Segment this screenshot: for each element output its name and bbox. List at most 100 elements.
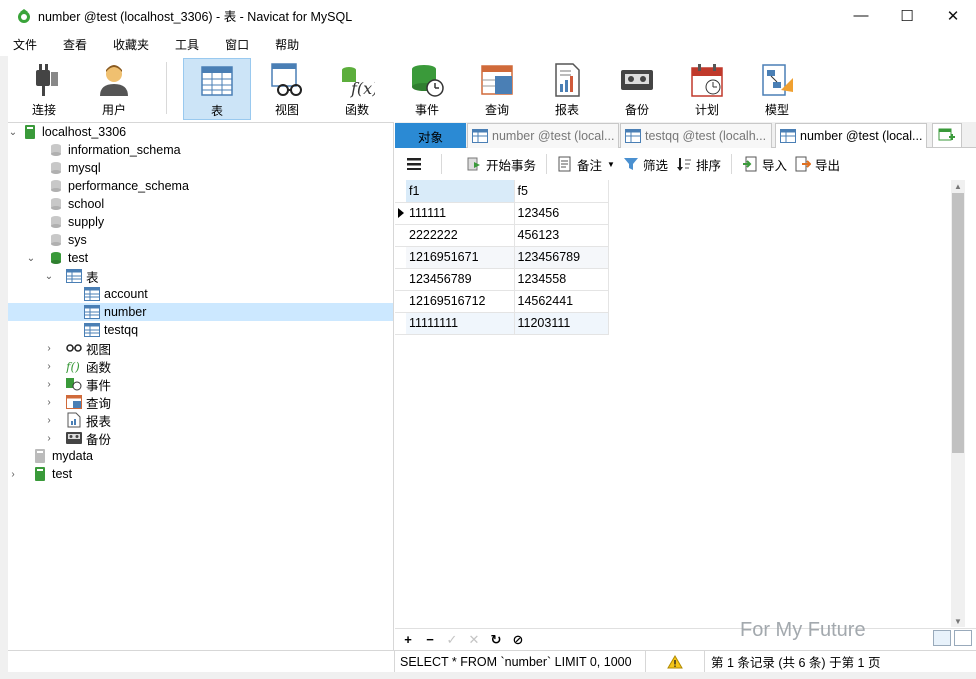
watermark-text: For My Future (740, 619, 866, 641)
minimize-button[interactable]: — (838, 0, 884, 31)
tree-item-functions-group[interactable]: › f() 函数 (8, 357, 393, 375)
table-cell[interactable]: 14562441 (514, 290, 609, 313)
data-grid[interactable]: f1 f5 111111 123456 2222222 456123 12169… (395, 180, 963, 628)
tree-item-table-testqq[interactable]: testqq (8, 321, 393, 339)
filter-button[interactable]: 筛选 (619, 152, 672, 176)
table-cell[interactable]: 2222222 (406, 224, 515, 247)
tree-item-views-group[interactable]: › 视图 (8, 339, 393, 357)
column-header-f5[interactable]: f5 (514, 180, 609, 203)
table-row[interactable]: 12169516712 14562441 (395, 290, 609, 313)
menu-tools[interactable]: 工具 (162, 36, 212, 53)
functions-button[interactable]: f(x) 函数 (323, 58, 391, 120)
tab-number-1[interactable]: number @test (local... (467, 123, 619, 148)
table-cell[interactable]: 11203111 (514, 312, 609, 335)
model-button[interactable]: 模型 (743, 58, 811, 120)
queries-button[interactable]: 查询 (463, 58, 531, 120)
menu-help[interactable]: 帮助 (262, 36, 312, 53)
warning-icon[interactable] (645, 650, 705, 673)
tree-item-events-group[interactable]: › 事件 (8, 375, 393, 393)
delete-record-button[interactable]: − (419, 630, 441, 650)
tab-number-active[interactable]: number @test (local... (775, 123, 927, 148)
tree-item-information-schema[interactable]: information_schema (8, 141, 393, 159)
grid-view-icon[interactable] (933, 630, 951, 646)
table-cell[interactable]: 123456789 (406, 268, 515, 291)
form-view-icon[interactable] (954, 630, 972, 646)
table-cell[interactable]: 1234558 (514, 268, 609, 291)
menu-window[interactable]: 窗口 (212, 36, 262, 53)
table-row[interactable]: 2222222 456123 (395, 224, 609, 247)
reports-button[interactable]: 报表 (533, 58, 601, 120)
chevron-right-icon[interactable]: › (44, 375, 54, 393)
events-button[interactable]: 事件 (393, 58, 461, 120)
add-record-button[interactable]: + (397, 630, 419, 650)
new-tab-button[interactable] (932, 123, 962, 148)
chevron-right-icon[interactable]: › (44, 339, 54, 357)
menu-file[interactable]: 文件 (0, 36, 50, 53)
discard-changes-button[interactable]: ✕ (463, 630, 485, 650)
tab-testqq[interactable]: testqq @test (localh... (620, 123, 772, 148)
schedule-button[interactable]: 计划 (673, 58, 741, 120)
chevron-right-icon[interactable]: › (44, 393, 54, 411)
maximize-button[interactable]: ☐ (884, 0, 930, 31)
table-cell[interactable]: 123456 (514, 202, 609, 225)
menu-button[interactable] (395, 152, 435, 176)
tree-item-school[interactable]: school (8, 195, 393, 213)
tree-item-supply[interactable]: supply (8, 213, 393, 231)
table-cell[interactable]: 11111111 (406, 312, 515, 335)
table-row[interactable]: 123456789 1234558 (395, 268, 609, 291)
backup-icon (621, 70, 653, 90)
tree-item-test-database[interactable]: ⌄ test (8, 249, 393, 267)
tree-item-mysql[interactable]: mysql (8, 159, 393, 177)
begin-transaction-button[interactable]: 开始事务 (462, 152, 540, 176)
table-cell[interactable]: 123456789 (514, 246, 609, 269)
memo-button[interactable]: 备注 ▼ (553, 152, 619, 176)
tab-objects[interactable]: 对象 (395, 123, 466, 148)
refresh-button[interactable]: ↻ (485, 630, 507, 650)
tables-button[interactable]: 表 (183, 58, 251, 120)
database-icon (48, 232, 64, 248)
table-row[interactable]: 1216951671 123456789 (395, 246, 609, 269)
views-button[interactable]: 视图 (253, 58, 321, 120)
vertical-scrollbar[interactable]: ▲ ▼ (951, 180, 965, 627)
tree-item-table-number[interactable]: number (8, 303, 393, 321)
tree-item-table-account[interactable]: account (8, 285, 393, 303)
tree-item-test-connection[interactable]: › test (8, 465, 393, 483)
connect-button[interactable]: 连接 (10, 58, 78, 120)
user-button[interactable]: 用户 (80, 58, 148, 120)
scrollbar-thumb[interactable] (952, 193, 964, 453)
tree-item-sys[interactable]: sys (8, 231, 393, 249)
chevron-right-icon[interactable]: › (44, 411, 54, 429)
scroll-up-icon[interactable]: ▲ (951, 180, 965, 192)
tree-item-backups-group[interactable]: › 备份 (8, 429, 393, 447)
chevron-right-icon[interactable]: › (8, 465, 18, 483)
table-cell[interactable]: 111111 (406, 202, 515, 225)
table-cell[interactable]: 1216951671 (406, 246, 515, 269)
menu-view[interactable]: 查看 (50, 36, 100, 53)
tree-item-localhost-3306[interactable]: ⌄ localhost_3306 (8, 123, 393, 141)
tree-item-mydata-connection[interactable]: mydata (8, 447, 393, 465)
table-cell[interactable]: 456123 (514, 224, 609, 247)
menu-favorites[interactable]: 收藏夹 (100, 36, 162, 53)
table-cell[interactable]: 12169516712 (406, 290, 515, 313)
chevron-down-icon[interactable]: ⌄ (8, 123, 18, 141)
close-button[interactable]: ✕ (930, 0, 976, 31)
chevron-right-icon[interactable]: › (44, 429, 54, 447)
table-row[interactable]: 11111111 11203111 (395, 312, 609, 335)
mysql-connection-icon (22, 124, 38, 140)
chevron-down-icon[interactable]: ⌄ (26, 249, 36, 267)
tree-item-reports-group[interactable]: › 报表 (8, 411, 393, 429)
tree-item-queries-group[interactable]: › 查询 (8, 393, 393, 411)
scroll-down-icon[interactable]: ▼ (951, 615, 965, 627)
backup-button[interactable]: 备份 (603, 58, 671, 120)
export-button[interactable]: 导出 (791, 152, 844, 176)
stop-button[interactable]: ⊘ (507, 630, 529, 650)
column-header-f1[interactable]: f1 (406, 180, 515, 203)
import-button[interactable]: 导入 (738, 152, 791, 176)
tree-item-performance-schema[interactable]: performance_schema (8, 177, 393, 195)
sort-button[interactable]: 排序 (672, 152, 725, 176)
apply-changes-button[interactable]: ✓ (441, 630, 463, 650)
table-row[interactable]: 111111 123456 (395, 202, 609, 225)
tree-item-tables-group[interactable]: ⌄ 表 (8, 267, 393, 285)
chevron-right-icon[interactable]: › (44, 357, 54, 375)
chevron-down-icon[interactable]: ⌄ (44, 267, 54, 285)
